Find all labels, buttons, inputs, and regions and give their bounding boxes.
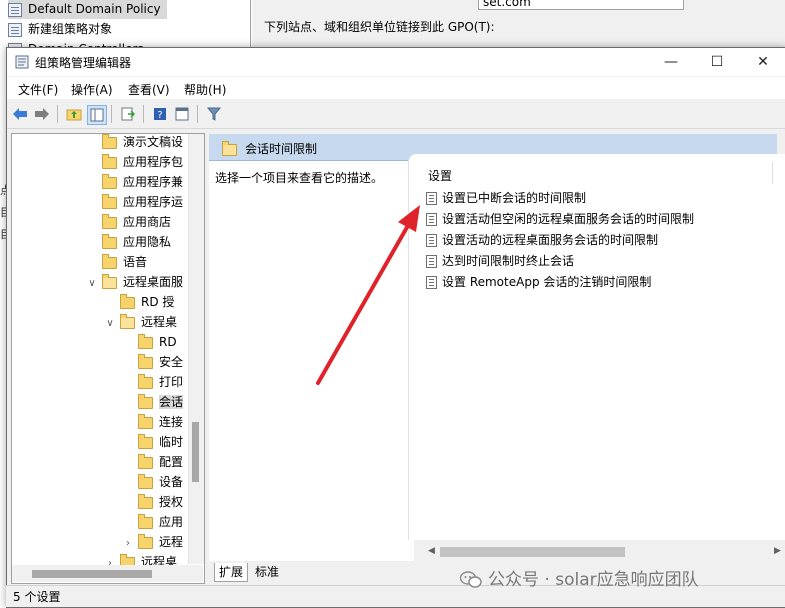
watermark: 公众号 · solar应急响应团队: [460, 565, 699, 590]
wechat-icon: [460, 571, 482, 588]
red-arrow-annotation: [316, 205, 420, 385]
